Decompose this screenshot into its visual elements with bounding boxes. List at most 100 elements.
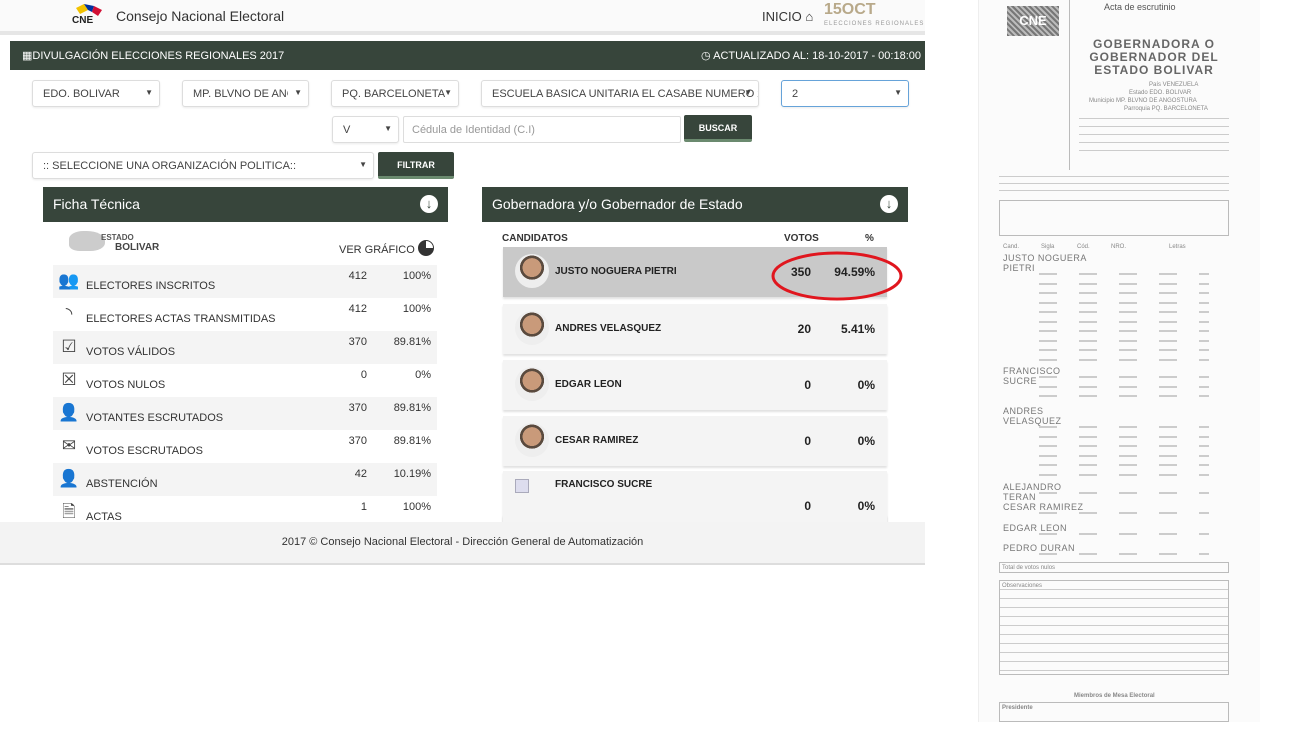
nav-inicio-label: INICIO <box>762 9 802 24</box>
acta-col-sigla: Sigla <box>1041 244 1055 250</box>
candidate-votes: 0 <box>804 499 811 513</box>
acta-vote-line <box>1039 376 1209 378</box>
row-value: 0 <box>360 369 367 381</box>
mesa-select[interactable]: 2 ▼ <box>781 80 909 107</box>
parroquia-select[interactable]: PQ. BARCELONETA ▼ <box>331 80 459 107</box>
cedula-placeholder: Cédula de Identidad (C.I) <box>412 124 535 136</box>
acta-vote-line <box>1039 292 1209 294</box>
row-pct: 10.19% <box>393 468 431 480</box>
ficha-row: ☑ VOTOS VÁLIDOS 370 89.81% <box>53 331 437 364</box>
acta-presidente-label: Presidente <box>1002 705 1033 711</box>
user-times-icon: 👤 <box>58 469 80 488</box>
x-square-icon: ☒ <box>61 370 77 389</box>
candidate-name: CESAR RAMIREZ <box>555 435 639 446</box>
municipio-value: MP. BLVNO DE ANGOSTURA <box>193 88 288 100</box>
caret-down-icon: ▼ <box>744 88 752 97</box>
clock-icon: ◷ <box>701 50 711 62</box>
candidate-pct: 5.41% <box>840 322 875 336</box>
acta-vote-line <box>1039 553 1209 555</box>
ficha-title: Ficha Técnica <box>53 196 140 212</box>
acta-candidate-name: PEDRO DURAN <box>1003 543 1076 553</box>
col-pct: % <box>865 233 874 244</box>
organizacion-select[interactable]: :: SELECCIONE UNA ORGANIZACIÓN POLITICA:… <box>32 152 374 179</box>
candidate-card[interactable]: EDGAR LEON 0 0% <box>503 360 887 410</box>
candidate-name: FRANCISCO SUCRE <box>555 479 653 490</box>
candidate-pct: 0% <box>857 499 875 513</box>
cedula-input[interactable]: Cédula de Identidad (C.I) <box>403 116 681 143</box>
page-title: ▦DIVULGACIÓN ELECCIONES REGIONALES 2017 <box>22 49 284 62</box>
estado-label: ESTADO <box>101 233 134 242</box>
row-pct: 100% <box>402 501 431 513</box>
nav-inicio[interactable]: INICIO ⌂ <box>762 9 813 24</box>
acta-votos-nulos: Total de votos nulos <box>999 562 1229 573</box>
acta-votos-nulos-label: Total de votos nulos <box>1002 565 1056 571</box>
estado-name: BOLIVAR <box>115 242 160 253</box>
row-label: VOTANTES ESCRUTADOS <box>86 412 224 424</box>
candidate-votes: 0 <box>804 434 811 448</box>
acta-vote-line <box>1039 385 1209 388</box>
row-pct: 89.81% <box>393 435 431 447</box>
candidate-votes: 0 <box>804 378 811 392</box>
acta-col-letras: Letras <box>1169 244 1186 250</box>
centro-value: ESCUELA BASICA UNITARIA EL CASABE NUMERO… <box>492 88 759 100</box>
acta-vote-line <box>1039 512 1209 514</box>
caret-down-icon: ▼ <box>359 160 367 169</box>
row-pct: 0% <box>415 369 431 381</box>
estado-select[interactable]: EDO. BOLIVAR ▼ <box>32 80 160 107</box>
row-label: ABSTENCIÓN <box>86 478 158 490</box>
caret-down-icon: ▼ <box>894 88 902 97</box>
filtrar-button[interactable]: FILTRAR <box>378 152 454 179</box>
candidate-photo <box>515 367 549 401</box>
row-pct: 89.81% <box>393 336 431 348</box>
pie-chart-icon <box>417 240 434 256</box>
candidate-photo <box>515 311 549 345</box>
organizacion-value: :: SELECCIONE UNA ORGANIZACIÓN POLITICA:… <box>43 160 297 172</box>
ficha-row: ◝ ELECTORES ACTAS TRANSMITIDAS 412 100% <box>53 298 437 331</box>
row-label: ELECTORES INSCRITOS <box>86 280 216 292</box>
download-icon[interactable]: ↓ <box>880 195 898 213</box>
gobernador-title: Gobernadora y/o Gobernador de Estado <box>492 196 743 212</box>
acta-heading: Acta de escrutinio <box>1104 2 1176 12</box>
ficha-tecnica-panel: Ficha Técnica ↓ ESTADO BOLIVAR VER GRÁFIC… <box>43 187 448 523</box>
row-label: VOTOS NULOS <box>86 379 166 391</box>
parroquia-value: PQ. BARCELONETA <box>342 88 446 100</box>
candidate-card[interactable]: CESAR RAMIREZ 0 0% <box>503 416 887 466</box>
acta-candidate-name: JUSTO NOGUERA PIETRI <box>1003 253 1087 273</box>
download-icon[interactable]: ↓ <box>420 195 438 213</box>
updated-text: ACTUALIZADO AL: 18-10-2017 - 00:18:00 <box>713 50 921 62</box>
candidate-name: EDGAR LEON <box>555 379 622 390</box>
caret-down-icon: ▼ <box>444 88 452 97</box>
rss-icon: ◝ <box>65 304 73 323</box>
calendar-icon: ▦ <box>22 50 33 62</box>
ficha-row: 👥 ELECTORES INSCRITOS 412 100% <box>53 265 437 298</box>
candidate-photo <box>515 254 549 288</box>
nacionalidad-select[interactable]: V ▼ <box>332 116 399 143</box>
centro-select[interactable]: ESCUELA BASICA UNITARIA EL CASABE NUMERO… <box>481 80 759 107</box>
caret-down-icon: ▼ <box>384 124 392 133</box>
user-plus-icon: 👤 <box>58 403 80 422</box>
acta-municipio: Municipio MP. BLVNO DE ANGOSTURA <box>1089 98 1197 104</box>
acta-candidate-name: CESAR RAMIREZ <box>1003 502 1084 512</box>
municipio-select[interactable]: MP. BLVNO DE ANGOSTURA ▼ <box>182 80 309 107</box>
row-label: VOTOS VÁLIDOS <box>86 346 176 358</box>
acta-vote-line <box>1039 395 1209 397</box>
acta-vote-line <box>1039 330 1209 332</box>
candidate-card[interactable]: ANDRES VELASQUEZ 20 5.41% <box>503 304 887 354</box>
acta-vote-line <box>1039 320 1209 323</box>
users-icon: 👥 <box>58 271 80 290</box>
acta-col-nro: NRO. <box>1111 244 1126 250</box>
acta-vote-line <box>1039 273 1209 275</box>
candidate-pct: 0% <box>857 434 875 448</box>
ver-grafico-link[interactable]: VER GRÁFICO <box>339 240 434 256</box>
file-icon: 🗎 <box>62 502 76 521</box>
candidate-name: ANDRES VELASQUEZ <box>555 323 662 334</box>
row-value: 412 <box>348 303 367 315</box>
event-badge: 15OCT ELECCIONES REGIONALES <box>824 1 924 31</box>
row-value: 1 <box>360 501 367 513</box>
candidate-card[interactable]: FRANCISCO SUCRE 0 0% <box>503 471 887 521</box>
event-badge-text: 15OCT <box>824 1 876 18</box>
updated-timestamp: ◷ ACTUALIZADO AL: 18-10-2017 - 00:18:00 <box>701 49 921 62</box>
ficha-row: 👤 ABSTENCIÓN 42 10.19% <box>53 463 437 496</box>
ficha-header: Ficha Técnica ↓ <box>43 187 448 222</box>
buscar-button[interactable]: BUSCAR <box>684 115 752 142</box>
